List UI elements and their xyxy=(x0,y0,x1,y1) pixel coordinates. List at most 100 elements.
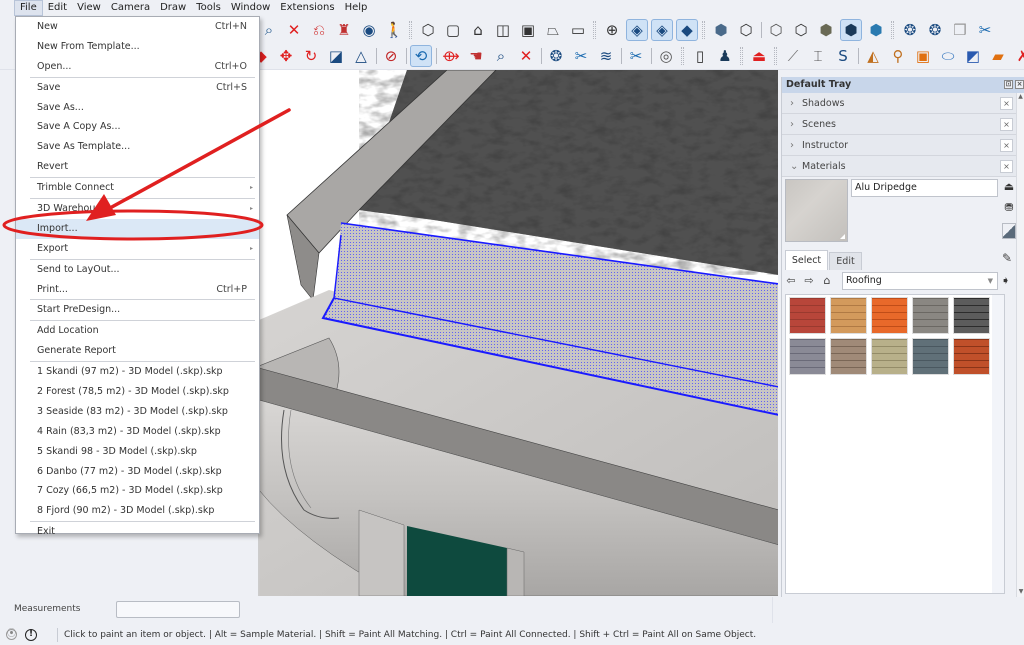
tab-select[interactable]: Select xyxy=(785,250,828,270)
material-name-field[interactable]: Alu Dripedge xyxy=(851,179,998,197)
swatch-brown-asphalt-shingles[interactable] xyxy=(830,338,867,375)
swatch-olive-shingles[interactable] xyxy=(871,338,908,375)
get-models-icon[interactable]: ❂ xyxy=(899,19,921,41)
file-menu-item-6-danbo-77-m2-3d-model-skp-skp[interactable]: 6 Danbo (77 m2) - 3D Model (.skp).skp xyxy=(16,462,259,482)
menu-extensions[interactable]: Extensions xyxy=(275,0,339,16)
previous-view-icon[interactable]: ⎌ xyxy=(308,19,330,41)
scroll-up-icon[interactable]: ▲ xyxy=(1017,93,1024,100)
account-icon[interactable]: ◎ xyxy=(655,45,677,67)
extension-warehouse-icon[interactable]: ✂ xyxy=(974,19,996,41)
tray-panel-shadows[interactable]: › Shadows × xyxy=(782,93,1017,114)
hidden-line-icon[interactable]: ⬡ xyxy=(790,19,812,41)
hierarchy-tool-icon[interactable]: ⚲ xyxy=(887,45,909,67)
add-user-icon[interactable]: ♟ xyxy=(714,45,736,67)
scale-icon[interactable]: ◪ xyxy=(325,45,347,67)
file-menu-item-generate-report[interactable]: Generate Report xyxy=(16,341,259,361)
tray-panel-instructor[interactable]: › Instructor × xyxy=(782,135,1017,156)
flip-icon[interactable]: △ xyxy=(350,45,372,67)
swatch-wood-scale-shingles[interactable] xyxy=(830,297,867,334)
shaded-with-textures-icon[interactable]: ⬢ xyxy=(840,19,862,41)
display-secondary-pane-icon[interactable]: ⏏ xyxy=(1002,180,1016,196)
swatch-blue-gray-slate[interactable] xyxy=(912,338,949,375)
menu-help[interactable]: Help xyxy=(340,0,373,16)
profile-tool-icon[interactable]: S xyxy=(832,45,854,67)
geo-location-icon[interactable]: ⦿ xyxy=(6,629,17,640)
toolbar-grip[interactable] xyxy=(891,21,894,39)
paint-bucket-icon[interactable]: ⟲ xyxy=(410,45,432,67)
wireframe-icon[interactable]: ⬡ xyxy=(765,19,787,41)
xray-section-icon[interactable]: ⊕ xyxy=(601,19,623,41)
tray-close-icon[interactable]: × xyxy=(1015,80,1024,89)
image-tool-icon[interactable]: ◩ xyxy=(962,45,984,67)
menu-edit[interactable]: Edit xyxy=(43,0,72,16)
file-menu-item-open[interactable]: Open... Ctrl+O xyxy=(16,57,259,77)
close-panel-icon[interactable]: × xyxy=(1000,118,1013,131)
orbit-icon[interactable]: ⟴ xyxy=(440,45,462,67)
file-menu-item-2-forest-78-5-m2-3d-model-skp-skp[interactable]: 2 Forest (78,5 m2) - 3D Model (.skp).skp xyxy=(16,382,259,402)
material-library-select[interactable]: Roofing ▼ xyxy=(842,272,998,290)
cylinder-tool-icon[interactable]: ⬭ xyxy=(937,45,959,67)
zoom-window-icon[interactable]: ⌕ xyxy=(258,19,280,41)
file-menu-item-add-location[interactable]: Add Location xyxy=(16,321,259,341)
file-menu-item-1-skandi-97-m2-3d-model-skp-skp[interactable]: 1 Skandi (97 m2) - 3D Model (.skp).skp xyxy=(16,362,259,382)
zoom-extents-icon[interactable]: ✕ xyxy=(283,19,305,41)
model-viewport[interactable] xyxy=(258,70,778,596)
close-panel-icon[interactable]: × xyxy=(1000,160,1013,173)
perspective-frame-icon[interactable]: ⏏ xyxy=(748,45,770,67)
swatch-terracotta-tiles[interactable] xyxy=(953,338,990,375)
tray-panel-materials[interactable]: ⌄ Materials × xyxy=(782,156,1017,177)
file-menu-item-save-as-template[interactable]: Save As Template... xyxy=(16,137,259,157)
tape-measure-icon[interactable]: ⊘ xyxy=(380,45,402,67)
xray-icon[interactable]: ⬢ xyxy=(710,19,732,41)
toolbar-grip[interactable] xyxy=(681,47,684,65)
toolbar-grip[interactable] xyxy=(740,47,743,65)
erase-tool-icon[interactable]: ✗ xyxy=(1012,45,1024,67)
left-view-icon[interactable]: ⏢ xyxy=(542,19,564,41)
create-material-icon[interactable]: ⛃ xyxy=(1002,201,1016,217)
file-menu-item-revert[interactable]: Revert xyxy=(16,157,259,177)
close-panel-icon[interactable]: × xyxy=(1000,97,1013,110)
dimension-tool-icon[interactable]: ⌶ xyxy=(807,45,829,67)
swatch-scrollbar[interactable] xyxy=(992,295,1004,593)
file-menu-item-7-cozy-66-5-m2-3d-model-skp-skp[interactable]: 7 Cozy (66,5 m2) - 3D Model (.skp).skp xyxy=(16,481,259,501)
share-component-icon[interactable]: ❒ xyxy=(949,19,971,41)
file-menu-item-save-a-copy-as[interactable]: Save A Copy As... xyxy=(16,117,259,137)
default-material-icon[interactable] xyxy=(1002,223,1016,239)
frame-tool-icon[interactable]: ▣ xyxy=(912,45,934,67)
file-menu-item-exit[interactable]: Exit xyxy=(16,522,259,542)
measurements-input[interactable] xyxy=(116,601,240,618)
dripedge-tool-icon[interactable]: ⟋ xyxy=(782,45,804,67)
shaded-icon[interactable]: ⬢ xyxy=(815,19,837,41)
file-menu-item-send-to-layout[interactable]: Send to LayOut... xyxy=(16,260,259,280)
file-menu-item-start-predesign[interactable]: Start PreDesign... xyxy=(16,300,259,320)
monochrome-icon[interactable]: ⬢ xyxy=(865,19,887,41)
material-preview[interactable] xyxy=(785,179,848,242)
extension-settings-icon[interactable]: ✂ xyxy=(625,45,647,67)
tray-panel-scenes[interactable]: › Scenes × xyxy=(782,114,1017,135)
look-around-icon[interactable]: ◉ xyxy=(358,19,380,41)
menu-draw[interactable]: Draw xyxy=(155,0,191,16)
toolbar-grip[interactable] xyxy=(409,21,412,39)
scroll-down-icon[interactable]: ▼ xyxy=(1017,588,1024,595)
back-view-icon[interactable]: ▣ xyxy=(517,19,539,41)
move-icon[interactable]: ✥ xyxy=(275,45,297,67)
right-view-icon[interactable]: ◫ xyxy=(492,19,514,41)
flag-tool-icon[interactable]: ▰ xyxy=(987,45,1009,67)
file-menu-item-save-as[interactable]: Save As... xyxy=(16,98,259,118)
toolbar-grip[interactable] xyxy=(593,21,596,39)
zoom-icon[interactable]: ⌕ xyxy=(490,45,512,67)
tray-pin-icon[interactable]: ⊡ xyxy=(1004,80,1013,89)
swatch-gray-blue-shingles[interactable] xyxy=(789,338,826,375)
swatch-orange-diamond-tiles[interactable] xyxy=(871,297,908,334)
shingle-tool-icon[interactable]: ◭ xyxy=(862,45,884,67)
toolbar-grip[interactable] xyxy=(702,21,705,39)
front-view-icon[interactable]: ⌂ xyxy=(467,19,489,41)
warehouse-download-icon[interactable]: ❂ xyxy=(545,45,567,67)
menu-tools[interactable]: Tools xyxy=(191,0,226,16)
file-menu-item-3-seaside-83-m2-3d-model-skp-skp[interactable]: 3 Seaside (83 m2) - 3D Model (.skp).skp xyxy=(16,402,259,422)
file-menu-item-import[interactable]: Import... xyxy=(16,218,259,239)
close-panel-icon[interactable]: × xyxy=(1000,139,1013,152)
walk-icon[interactable]: 🚶 xyxy=(383,19,405,41)
swatch-gray-slate-rows[interactable] xyxy=(912,297,949,334)
file-menu-item-new[interactable]: New Ctrl+N xyxy=(16,17,259,37)
